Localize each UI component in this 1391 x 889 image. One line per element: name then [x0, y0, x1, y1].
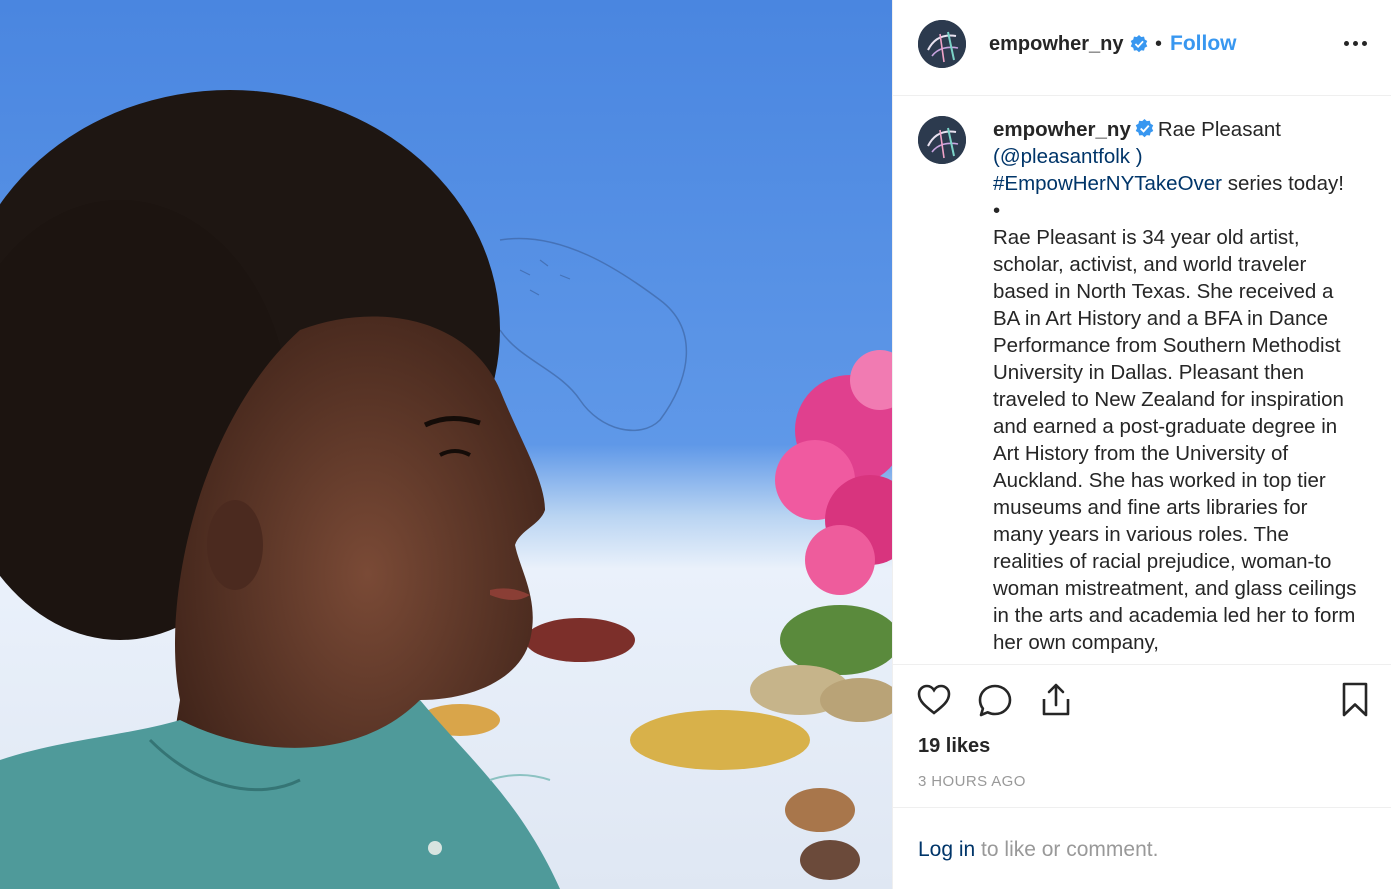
caption-intro: Rae Pleasant: [1157, 118, 1281, 141]
comment-login-bar: Log in to like or comment.: [893, 807, 1391, 889]
share-icon[interactable]: [1037, 681, 1075, 719]
caption-text: empowher_ny Rae Pleasant (@pleasantfolk …: [993, 116, 1363, 656]
follow-button[interactable]: Follow: [1170, 32, 1237, 56]
login-prompt: Log in to like or comment.: [918, 838, 1158, 862]
heart-icon[interactable]: [915, 681, 953, 719]
comment-icon[interactable]: [976, 682, 1014, 720]
more-dots-icon[interactable]: [1344, 38, 1368, 48]
bookmark-icon[interactable]: [1336, 681, 1374, 719]
post-viewer: empowher_ny • Follow empowher_ny Rae Ple…: [0, 0, 1391, 889]
post-header: empowher_ny • Follow: [893, 0, 1391, 96]
caption-body: Rae Pleasant is 34 year old artist, scho…: [993, 226, 1357, 654]
caption-area: empowher_ny Rae Pleasant (@pleasantfolk …: [893, 97, 1391, 664]
mention-link[interactable]: (@pleasantfolk ): [993, 145, 1143, 168]
separator-dot: •: [1155, 33, 1163, 55]
hashtag-link[interactable]: #EmpowHerNYTakeOver: [993, 172, 1222, 195]
verified-badge-icon: [1130, 35, 1148, 53]
caption-avatar[interactable]: [918, 116, 966, 164]
post-photo[interactable]: [0, 0, 892, 889]
post-actions: 19 likes 3 HOURS AGO: [893, 664, 1391, 807]
likes-count[interactable]: 19 likes: [918, 735, 990, 758]
caption-username[interactable]: empowher_ny: [993, 118, 1131, 141]
login-link[interactable]: Log in: [918, 838, 975, 861]
post-side-panel: empowher_ny • Follow empowher_ny Rae Ple…: [892, 0, 1391, 889]
header-username[interactable]: empowher_ny: [989, 33, 1123, 56]
login-prompt-rest: to like or comment.: [975, 838, 1159, 861]
avatar[interactable]: [918, 20, 966, 68]
post-timestamp: 3 HOURS AGO: [918, 773, 1026, 790]
caption-hashtag-suffix: series today!: [1222, 172, 1344, 195]
caption-bullet: •: [993, 199, 1001, 222]
verified-badge-icon: [1135, 119, 1154, 138]
